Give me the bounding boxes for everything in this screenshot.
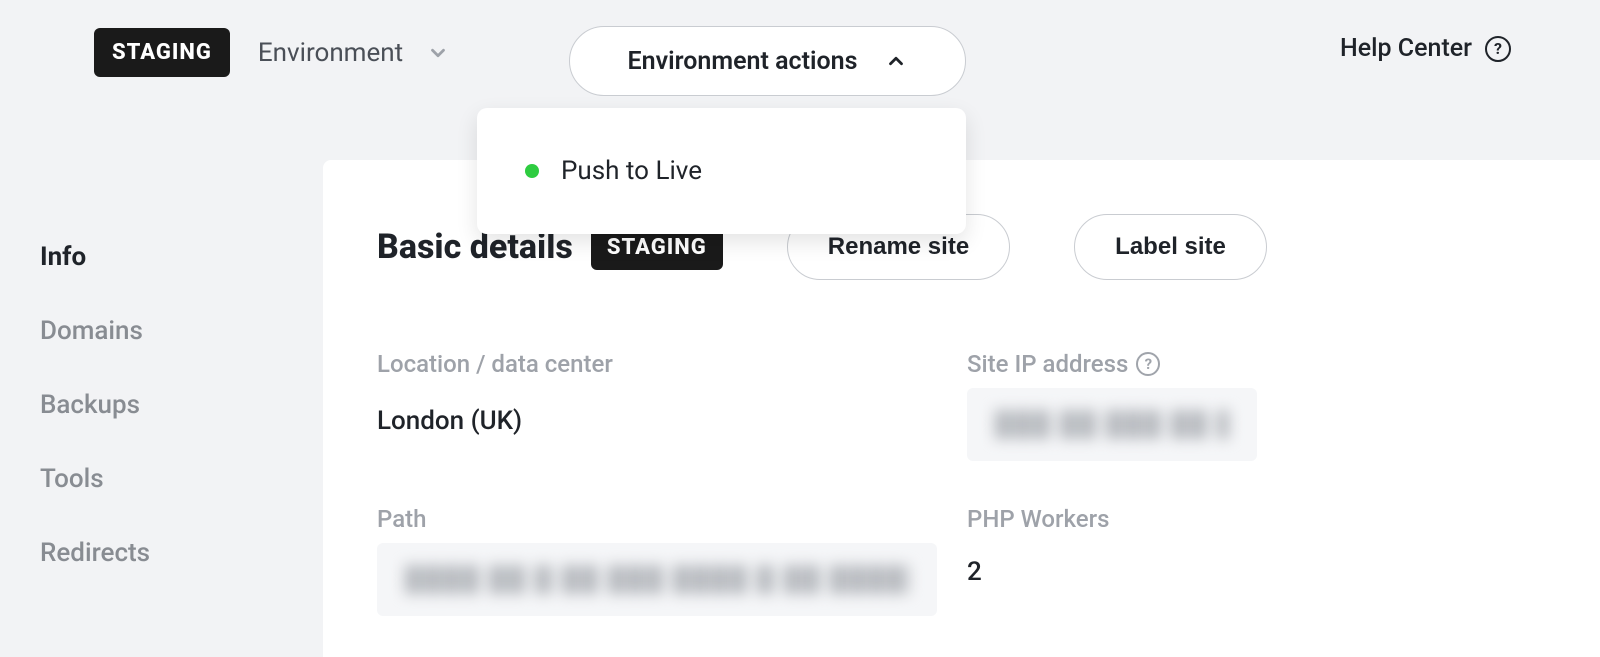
field-location: Location / data center London (UK)	[377, 350, 947, 461]
sidebar-item-domains[interactable]: Domains	[40, 294, 283, 368]
sidebar-item-tools[interactable]: Tools	[40, 442, 283, 516]
sidebar: Info Domains Backups Tools Redirects	[0, 160, 323, 657]
field-value-location: London (UK)	[377, 406, 947, 436]
field-label-site-ip: Site IP address ?	[967, 350, 1546, 378]
chevron-down-icon	[427, 42, 449, 64]
environment-select-label: Environment	[258, 38, 403, 68]
field-php-workers: PHP Workers 2	[967, 505, 1546, 616]
redacted-text: ███ ██ ███ ██ ███ ██	[995, 410, 1229, 439]
chevron-up-icon	[885, 50, 907, 72]
label-site-button[interactable]: Label site	[1074, 214, 1267, 280]
dropdown-item-push-to-live[interactable]: Push to Live	[477, 148, 966, 194]
field-value-site-ip: ███ ██ ███ ██ ███ ██	[967, 388, 1257, 461]
environment-select[interactable]: Environment	[258, 38, 449, 68]
main-area: Info Domains Backups Tools Redirects Bas…	[0, 160, 1600, 657]
sidebar-item-redirects[interactable]: Redirects	[40, 516, 283, 590]
status-dot-icon	[525, 164, 539, 178]
field-value-php-workers: 2	[967, 557, 1546, 587]
sidebar-item-backups[interactable]: Backups	[40, 368, 283, 442]
dropdown-item-label: Push to Live	[561, 156, 702, 186]
help-center-label: Help Center	[1340, 34, 1472, 63]
actions-dropdown-wrapper: Environment actions Push to Live	[569, 26, 966, 96]
help-center-link[interactable]: Help Center ?	[1340, 34, 1512, 63]
environment-actions-dropdown: Push to Live	[477, 108, 966, 234]
content-panel: Basic details STAGING Rename site Label …	[323, 160, 1600, 657]
field-label-path: Path	[377, 505, 947, 533]
field-site-ip: Site IP address ? ███ ██ ███ ██ ███ ██	[967, 350, 1546, 461]
help-icon[interactable]: ?	[1136, 352, 1160, 376]
environment-badge: STAGING	[94, 28, 230, 77]
field-label-php-workers: PHP Workers	[967, 505, 1546, 533]
help-icon: ?	[1484, 35, 1512, 63]
details-grid: Location / data center London (UK) Site …	[377, 350, 1546, 616]
topbar: STAGING Environment Environment actions …	[0, 0, 1600, 160]
topbar-left: STAGING Environment	[94, 28, 449, 77]
redacted-text: ████ ██ █ ██ ███ ████ █ ██ █████ ███ ███…	[405, 565, 909, 594]
sidebar-item-info[interactable]: Info	[40, 220, 283, 294]
field-path: Path ████ ██ █ ██ ███ ████ █ ██ █████ ██…	[377, 505, 947, 616]
environment-actions-label: Environment actions	[628, 47, 858, 76]
field-value-path: ████ ██ █ ██ ███ ████ █ ██ █████ ███ ███…	[377, 543, 937, 616]
field-label-location: Location / data center	[377, 350, 947, 378]
field-label-site-ip-text: Site IP address	[967, 350, 1128, 378]
environment-actions-button[interactable]: Environment actions	[569, 26, 966, 96]
